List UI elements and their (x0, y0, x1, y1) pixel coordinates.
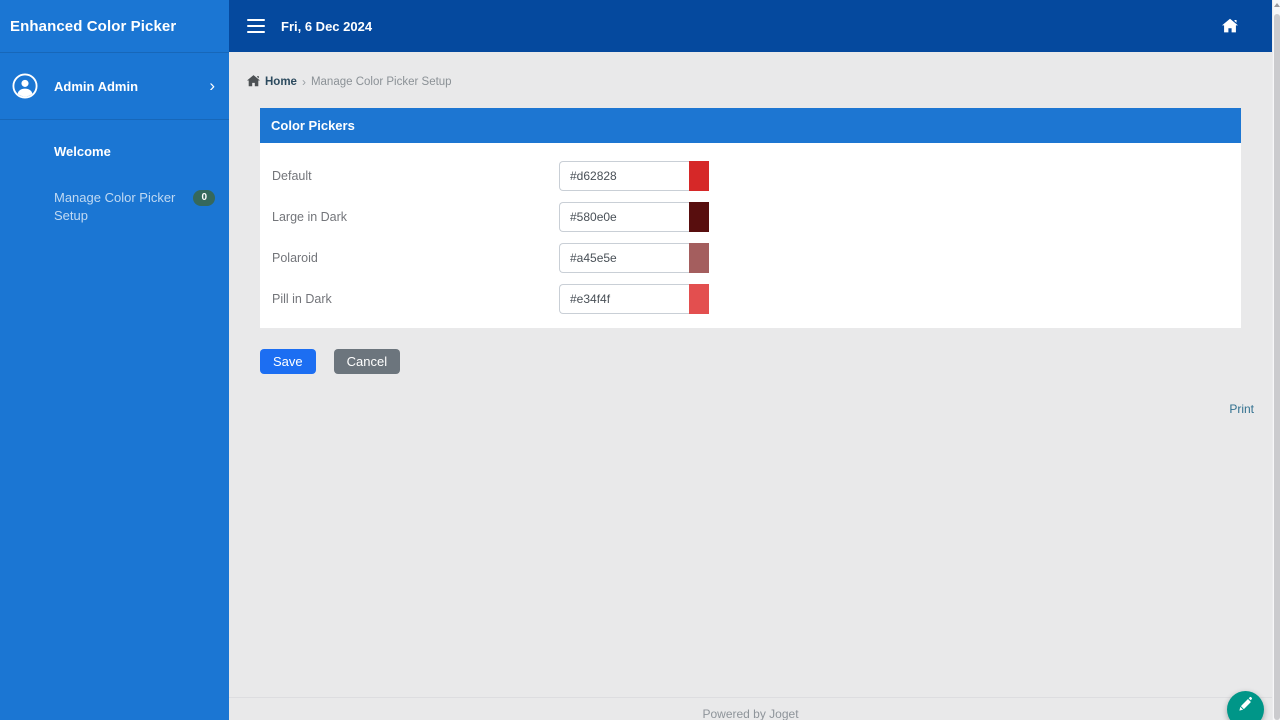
breadcrumb-home-link[interactable]: Home (265, 76, 297, 88)
main-content: Home › Manage Color Picker Setup Color P… (229, 52, 1272, 720)
color-hex-input-default[interactable] (559, 161, 689, 191)
cancel-button[interactable]: Cancel (333, 349, 401, 374)
sidebar-menu: Welcome Manage Color Picker Setup 0 (0, 120, 229, 235)
sidebar-item-label: Manage Color Picker Setup (54, 190, 176, 224)
edit-fab-button[interactable] (1227, 691, 1264, 720)
hamburger-menu-icon[interactable] (247, 15, 265, 37)
form-row-default: Default (272, 161, 1241, 191)
scrollbar-up-arrow[interactable] (1274, 3, 1280, 7)
pencil-icon (1237, 696, 1254, 718)
color-input-group (559, 161, 709, 191)
color-swatch-pill-in-dark[interactable] (689, 284, 709, 314)
color-pickers-panel: Color Pickers Default Large in Dark Pola… (260, 108, 1241, 328)
user-avatar-icon (12, 73, 38, 99)
scrollbar-thumb[interactable] (1274, 14, 1280, 720)
footer: Powered by Joget (229, 697, 1272, 720)
panel-body: Default Large in Dark Polaroid (260, 143, 1241, 328)
color-hex-input-pill-in-dark[interactable] (559, 284, 689, 314)
color-hex-input-large-in-dark[interactable] (559, 202, 689, 232)
sidebar-header: Enhanced Color Picker (0, 0, 229, 53)
form-row-pill-in-dark: Pill in Dark (272, 284, 1241, 314)
home-icon[interactable] (1222, 18, 1238, 34)
field-label: Default (272, 169, 312, 183)
breadcrumb: Home › Manage Color Picker Setup (229, 52, 1272, 92)
color-hex-input-polaroid[interactable] (559, 243, 689, 273)
color-swatch-large-in-dark[interactable] (689, 202, 709, 232)
field-label: Polaroid (272, 251, 318, 265)
topbar: Fri, 6 Dec 2024 (229, 0, 1272, 52)
color-input-group (559, 284, 709, 314)
topbar-date: Fri, 6 Dec 2024 (281, 18, 373, 34)
form-row-large-in-dark: Large in Dark (272, 202, 1241, 232)
app-title: Enhanced Color Picker (10, 17, 177, 35)
footer-text: Powered by Joget (702, 707, 799, 720)
sidebar-item-welcome[interactable]: Welcome (0, 134, 229, 170)
vertical-scrollbar[interactable] (1272, 0, 1280, 720)
field-label: Pill in Dark (272, 292, 332, 306)
save-button[interactable]: Save (260, 349, 316, 374)
sidebar-item-manage-color-picker-setup[interactable]: Manage Color Picker Setup 0 (0, 180, 229, 234)
color-input-group (559, 202, 709, 232)
count-badge: 0 (193, 190, 215, 207)
sidebar-item-label: Welcome (54, 144, 111, 159)
color-swatch-polaroid[interactable] (689, 243, 709, 273)
chevron-right-icon: › (209, 75, 215, 95)
field-label: Large in Dark (272, 210, 348, 224)
print-link[interactable]: Print (1229, 402, 1254, 416)
panel-header: Color Pickers (260, 108, 1241, 143)
home-icon (247, 74, 260, 87)
color-swatch-default[interactable] (689, 161, 709, 191)
user-menu[interactable]: Admin Admin › (0, 53, 229, 120)
panel-title: Color Pickers (271, 118, 355, 133)
print-row: Print (229, 400, 1254, 418)
breadcrumb-separator: › (301, 74, 306, 89)
sidebar: Enhanced Color Picker Admin Admin › Welc… (0, 0, 229, 720)
color-input-group (559, 243, 709, 273)
form-actions: Save Cancel (260, 349, 1241, 374)
form-row-polaroid: Polaroid (272, 243, 1241, 273)
breadcrumb-current: Manage Color Picker Setup (310, 75, 452, 88)
user-name: Admin Admin (54, 78, 139, 94)
